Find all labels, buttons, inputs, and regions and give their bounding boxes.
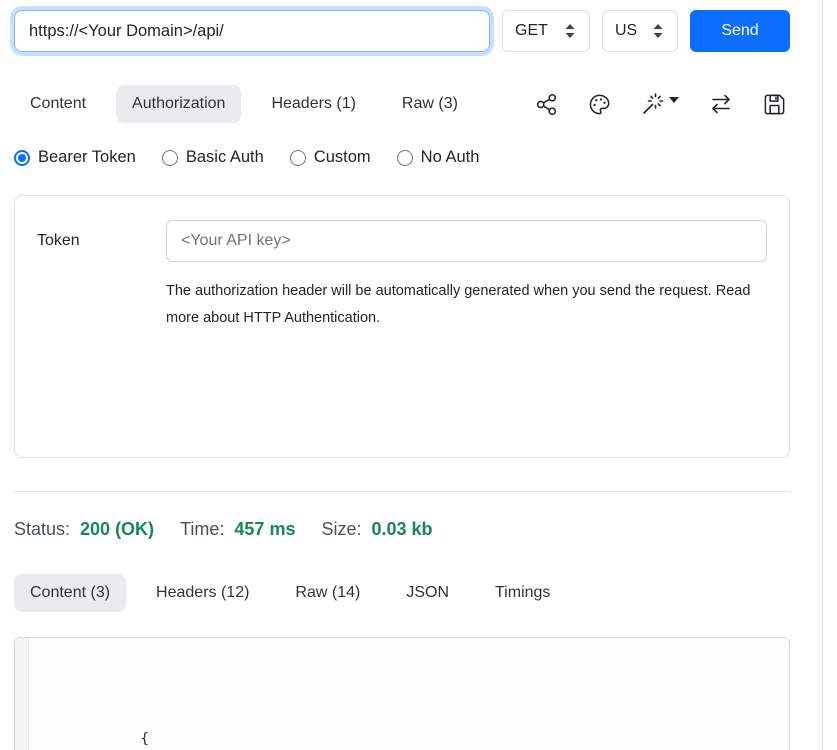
swap-arrows-icon[interactable] xyxy=(709,92,733,116)
token-field-label: Token xyxy=(37,232,166,250)
request-toolbar xyxy=(535,92,790,116)
radio-icon xyxy=(290,150,306,166)
tab-raw[interactable]: Raw (3) xyxy=(386,85,474,123)
time-label: Time: xyxy=(180,519,224,540)
tab-content[interactable]: Content xyxy=(14,85,102,123)
status-value: 200 (OK) xyxy=(80,519,154,540)
send-button[interactable]: Send xyxy=(690,10,790,52)
token-help-text: The authorization header will be automat… xyxy=(166,278,766,332)
bearer-token-panel: Token The authorization header will be a… xyxy=(14,195,790,458)
token-field-row: Token xyxy=(37,220,767,262)
response-tabs: Content (3) Headers (12) Raw (14) JSON T… xyxy=(14,574,790,612)
palette-icon[interactable] xyxy=(588,93,611,116)
code-line: { xyxy=(53,702,393,750)
tab-headers[interactable]: Headers (1) xyxy=(255,85,371,123)
method-select-value: GET xyxy=(515,22,548,40)
select-spinner-icon xyxy=(563,23,577,39)
method-select[interactable]: GET xyxy=(502,10,590,52)
api-client-page: GET US Send Content xyxy=(0,0,837,750)
url-input[interactable] xyxy=(14,10,490,52)
response-json-view[interactable]: { "message": "API running." } xyxy=(29,638,393,750)
radio-custom[interactable]: Custom xyxy=(290,148,371,167)
radio-label: Custom xyxy=(314,148,371,167)
radio-icon xyxy=(14,150,30,166)
radio-bearer-token[interactable]: Bearer Token xyxy=(14,148,136,167)
response-body-panel: { "message": "API running." } xyxy=(14,637,790,750)
radio-label: Bearer Token xyxy=(38,148,136,167)
save-icon[interactable] xyxy=(763,93,786,116)
radio-icon xyxy=(397,150,413,166)
wand-sparkles-icon[interactable] xyxy=(641,92,679,116)
size-label: Size: xyxy=(321,519,361,540)
request-tabs-row: Content Authorization Headers (1) Raw (3… xyxy=(14,85,790,123)
resp-tab-raw[interactable]: Raw (14) xyxy=(279,574,376,612)
token-input[interactable] xyxy=(166,220,767,262)
code-gutter xyxy=(15,638,29,750)
auth-type-options: Bearer Token Basic Auth Custom No Auth xyxy=(14,148,790,167)
right-column-divider xyxy=(822,0,823,750)
json-open-brace: { xyxy=(140,731,149,747)
radio-icon xyxy=(162,150,178,166)
size-value: 0.03 kb xyxy=(372,519,433,540)
chevron-down-icon xyxy=(669,97,679,103)
time-value: 457 ms xyxy=(234,519,295,540)
resp-tab-timings[interactable]: Timings xyxy=(479,574,566,612)
response-status-row: Status: 200 (OK) Time: 457 ms Size: 0.03… xyxy=(14,519,790,540)
region-select-value: US xyxy=(615,22,637,40)
select-spinner-icon xyxy=(651,23,665,39)
resp-tab-content[interactable]: Content (3) xyxy=(14,574,126,612)
section-divider xyxy=(14,491,790,492)
resp-tab-json[interactable]: JSON xyxy=(390,574,465,612)
radio-no-auth[interactable]: No Auth xyxy=(397,148,480,167)
tab-authorization[interactable]: Authorization xyxy=(116,85,241,123)
radio-label: No Auth xyxy=(421,148,480,167)
share-icon[interactable] xyxy=(535,93,558,116)
request-bar: GET US Send xyxy=(14,10,790,52)
resp-tab-headers[interactable]: Headers (12) xyxy=(140,574,265,612)
radio-label: Basic Auth xyxy=(186,148,264,167)
main-content: GET US Send Content xyxy=(0,0,790,750)
radio-basic-auth[interactable]: Basic Auth xyxy=(162,148,264,167)
request-tabs: Content Authorization Headers (1) Raw (3… xyxy=(14,85,474,123)
region-select[interactable]: US xyxy=(602,10,678,52)
status-label: Status: xyxy=(14,519,70,540)
